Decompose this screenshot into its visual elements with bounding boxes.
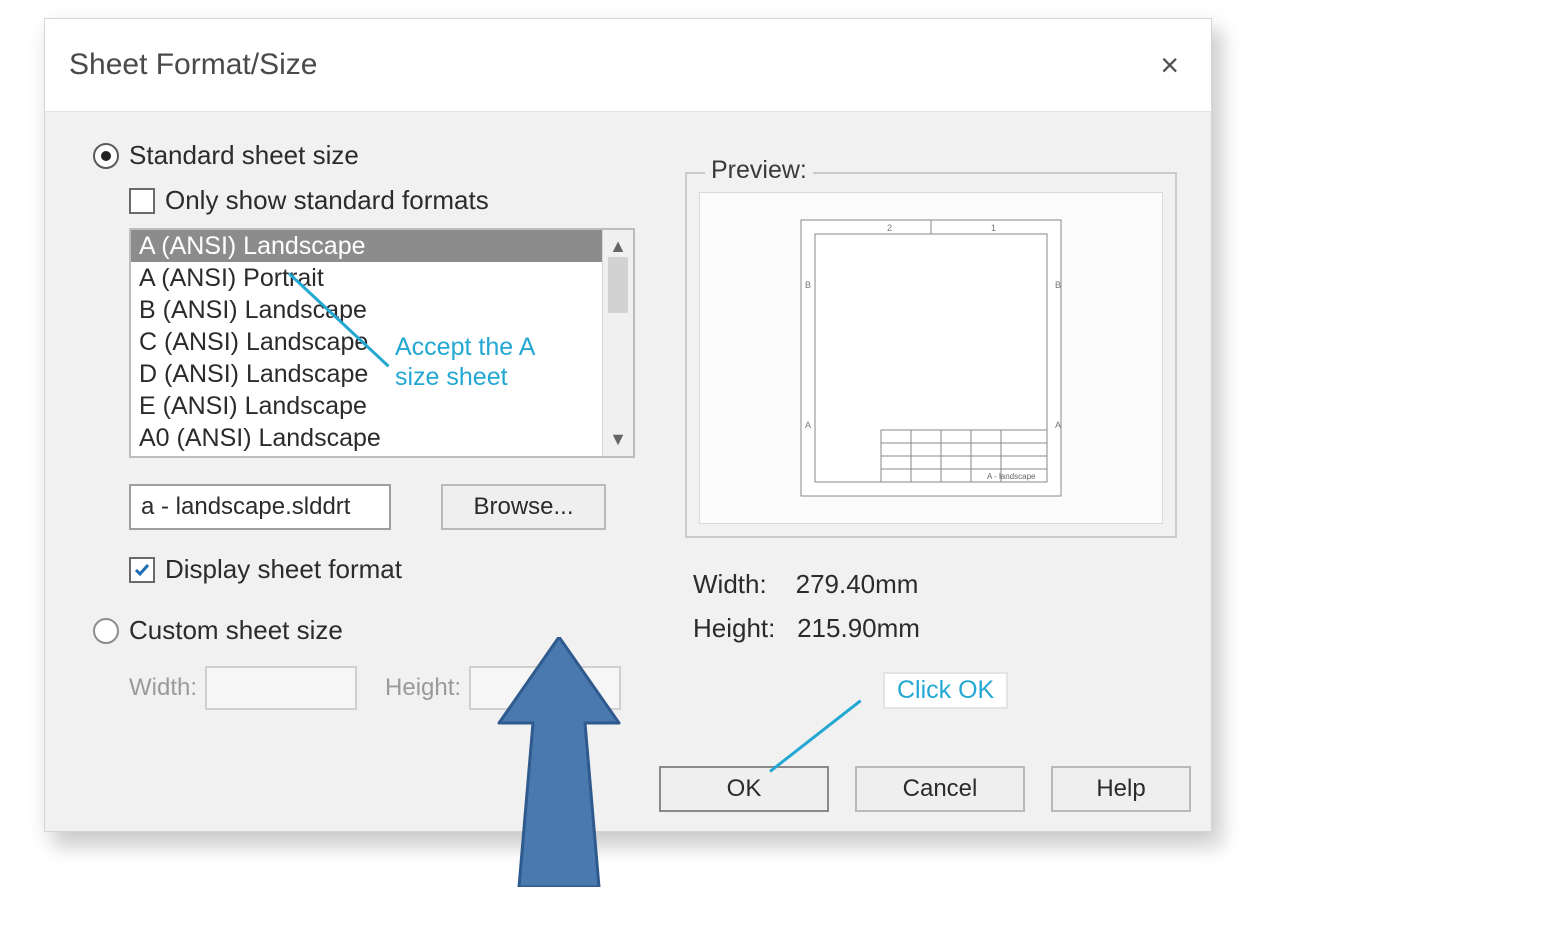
svg-text:A: A: [805, 420, 811, 430]
listbox-scrollbar[interactable]: ▲ ▼: [602, 230, 633, 456]
preview-thumbnail: 2 1 B B A A: [791, 208, 1071, 508]
annotation-accept: Accept the A size sheet: [395, 332, 535, 392]
svg-text:A: A: [1055, 420, 1061, 430]
custom-width-input[interactable]: [205, 666, 357, 710]
standard-size-radio[interactable]: Standard sheet size: [93, 140, 653, 171]
cancel-label: Cancel: [903, 775, 978, 803]
template-file-input[interactable]: a - landscape.slddrt: [129, 484, 391, 530]
preview-height-value: 215.90mm: [797, 613, 920, 643]
display-format-label: Display sheet format: [165, 554, 402, 585]
dialog-button-row: OK Cancel Help: [659, 766, 1191, 812]
help-button[interactable]: Help: [1051, 766, 1191, 812]
list-item[interactable]: E (ANSI) Landscape: [131, 390, 602, 422]
ok-label: OK: [727, 775, 762, 803]
custom-height-label: Height:: [385, 674, 461, 702]
preview-label: Preview:: [705, 156, 813, 185]
display-format-checkbox[interactable]: Display sheet format: [129, 554, 653, 585]
title-bar: Sheet Format/Size ×: [45, 19, 1211, 112]
svg-text:B: B: [1055, 280, 1061, 290]
list-item[interactable]: A0 (ANSI) Landscape: [131, 422, 602, 454]
radio-unselected-icon: [93, 618, 119, 644]
scroll-up-icon[interactable]: ▲: [609, 236, 627, 257]
checkbox-checked-icon: [129, 557, 155, 583]
help-label: Help: [1096, 775, 1145, 803]
list-item[interactable]: A (ANSI) Portrait: [131, 262, 602, 294]
svg-text:2: 2: [887, 223, 892, 233]
standard-size-label: Standard sheet size: [129, 140, 359, 171]
dialog-body: Standard sheet size Only show standard f…: [45, 112, 1211, 832]
custom-width-label: Width:: [129, 674, 197, 702]
right-column: Preview: 2 1 B B A A: [685, 172, 1177, 650]
preview-width-value: 279.40mm: [796, 569, 919, 599]
sheet-format-dialog: Sheet Format/Size × Standard sheet size …: [44, 18, 1212, 832]
annotation-line-ok: [769, 700, 861, 773]
format-listbox[interactable]: A (ANSI) Landscape A (ANSI) Portrait B (…: [129, 228, 635, 458]
radio-selected-icon: [93, 143, 119, 169]
cancel-button[interactable]: Cancel: [855, 766, 1025, 812]
preview-dimensions: Width: 279.40mm Height: 215.90mm: [693, 562, 1177, 650]
close-icon[interactable]: ×: [1152, 43, 1187, 88]
browse-label: Browse...: [473, 493, 573, 521]
scroll-down-icon[interactable]: ▼: [609, 429, 627, 450]
svg-text:1: 1: [991, 223, 996, 233]
browse-button[interactable]: Browse...: [441, 484, 606, 530]
only-standard-label: Only show standard formats: [165, 185, 489, 216]
list-item[interactable]: B (ANSI) Landscape: [131, 294, 602, 326]
svg-text:A - landscape: A - landscape: [987, 472, 1036, 481]
custom-size-label: Custom sheet size: [129, 615, 343, 646]
list-item[interactable]: A (ANSI) Landscape: [131, 230, 602, 262]
preview-group: Preview: 2 1 B B A A: [685, 172, 1177, 538]
left-column: Standard sheet size Only show standard f…: [93, 140, 653, 710]
checkbox-empty-icon: [129, 188, 155, 214]
dialog-title: Sheet Format/Size: [69, 48, 317, 82]
preview-pane: 2 1 B B A A: [699, 192, 1163, 524]
ok-button[interactable]: OK: [659, 766, 829, 812]
scroll-thumb[interactable]: [608, 257, 628, 313]
template-file-row: a - landscape.slddrt Browse...: [129, 484, 653, 530]
preview-width-label: Width:: [693, 569, 767, 599]
svg-text:B: B: [805, 280, 811, 290]
scroll-track: [608, 257, 628, 429]
template-file-value: a - landscape.slddrt: [141, 493, 350, 521]
preview-height-label: Height:: [693, 613, 775, 643]
annotation-arrow-icon: [489, 637, 629, 887]
only-standard-checkbox[interactable]: Only show standard formats: [129, 185, 653, 216]
annotation-click-ok: Click OK: [883, 672, 1008, 709]
